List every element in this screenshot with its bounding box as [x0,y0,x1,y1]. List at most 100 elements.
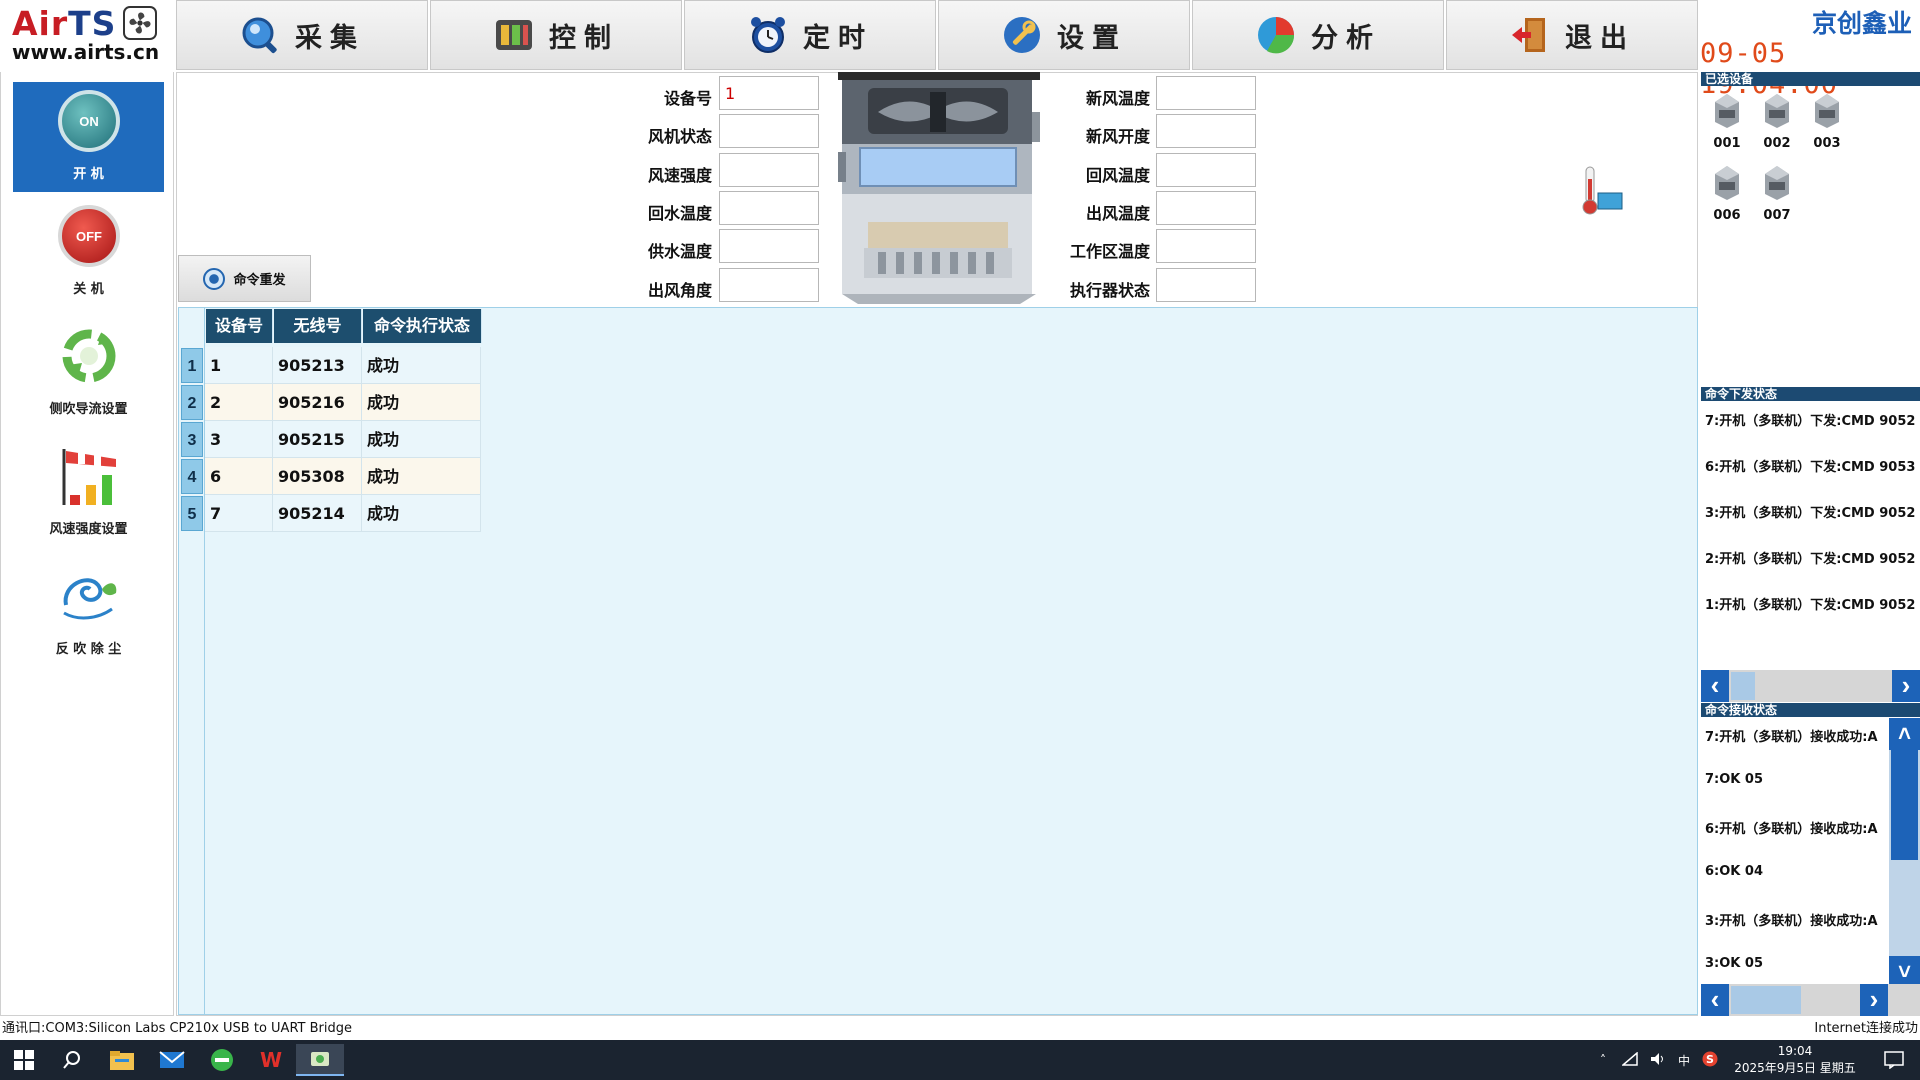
cell-wireless: 905213 [273,347,362,384]
scroll-up-arrow-icon[interactable]: ˄ [1889,718,1920,750]
windsock-bars-icon [58,445,120,507]
table-row[interactable]: 1 905213 成功 [205,347,481,384]
cell-device: 6 [205,458,273,495]
search-icon[interactable] [50,1044,94,1076]
table-row[interactable]: 2 905216 成功 [205,384,481,421]
receive-log-line: 3:开机（多联机）接收成功:A [1705,914,1878,929]
network-icon[interactable] [1620,1050,1638,1069]
sogou-ime-icon[interactable]: S [1702,1051,1718,1070]
row-number[interactable]: 3 [181,422,203,457]
column-header-wireless[interactable]: 无线号 [274,309,362,343]
field-label-device-no: 设备号 [663,89,712,108]
nav-control-button[interactable]: 控制 [430,0,682,70]
scroll-right-arrow-icon[interactable]: › [1860,984,1888,1016]
mail-icon[interactable] [150,1044,194,1076]
nav-timer-button[interactable]: 定时 [684,0,936,70]
windows-start-icon[interactable] [2,1044,46,1076]
supply-water-temp-field[interactable] [719,229,819,263]
magnifier-icon [239,14,281,56]
scrollbar-thumb[interactable] [1731,986,1801,1014]
pie-chart-icon [1255,14,1297,56]
receive-log-line: 6:开机（多联机）接收成功:A [1705,822,1878,837]
row-number[interactable]: 5 [181,496,203,531]
resend-command-button[interactable]: 命令重发 [178,255,311,302]
cell-status: 成功 [362,458,481,495]
scroll-right-arrow-icon[interactable]: › [1892,670,1920,702]
field-label-fan-status: 风机状态 [647,127,712,146]
field-label-outlet-air-temp: 出风温度 [1085,204,1150,223]
eye-icon [203,267,226,290]
right-panel: 已选设备 001 002 003 006 007 命令下发状态 7:开机（多联机… [1701,72,1920,1016]
send-log-line: 1:开机（多联机）下发:CMD 9052 [1705,598,1916,613]
send-log-hscrollbar[interactable]: ‹ › [1701,670,1920,702]
row-number[interactable]: 4 [181,459,203,494]
wind-speed-field[interactable] [719,153,819,187]
scroll-left-arrow-icon[interactable]: ‹ [1701,984,1729,1016]
selected-device-item[interactable]: 007 [1757,164,1797,223]
file-explorer-icon[interactable] [100,1044,144,1076]
selected-device-item[interactable]: 001 [1707,92,1747,151]
receive-log-hscrollbar[interactable]: ‹ › [1701,984,1920,1016]
field-label-fresh-air-opening: 新风开度 [1085,127,1150,146]
send-log-line: 3:开机（多联机）下发:CMD 9052 [1705,506,1916,521]
taskbar-clock[interactable]: 19:04 2025年9月5日 星期五 [1730,1043,1860,1077]
send-status-header: 命令下发状态 [1701,387,1920,401]
volume-icon[interactable] [1650,1052,1666,1069]
table-row[interactable]: 3 905215 成功 [205,421,481,458]
power-off-icon: OFF [58,205,120,267]
nav-collect-button[interactable]: 采集 [176,0,428,70]
column-header-status[interactable]: 命令执行状态 [363,309,482,343]
chevron-up-icon[interactable]: ˄ [1600,1053,1606,1067]
scrollbar-thumb[interactable] [1731,672,1755,700]
nav-label: 定时 [803,22,873,54]
receive-log-line: 3:OK 05 [1705,956,1763,971]
ime-indicator[interactable]: 中 [1678,1052,1690,1069]
side-airflow-settings-button[interactable]: 侧吹导流设置 [13,317,164,427]
table-row[interactable]: 7 905214 成功 [205,495,481,532]
wps-office-icon[interactable]: W [250,1044,294,1076]
actuator-status-field[interactable] [1156,268,1256,302]
taskbar-time: 19:04 [1777,1044,1813,1058]
fan-status-field[interactable] [719,114,819,148]
fresh-air-temp-field[interactable] [1156,76,1256,110]
power-off-button[interactable]: OFF 关 机 [13,197,164,307]
recycle-arrows-icon [58,325,120,387]
work-zone-temp-field[interactable] [1156,229,1256,263]
fresh-air-opening-field[interactable] [1156,114,1256,148]
outlet-angle-field[interactable] [719,268,819,302]
table-row[interactable]: 6 905308 成功 [205,458,481,495]
scrollbar-thumb[interactable] [1891,750,1918,860]
wind-speed-settings-button[interactable]: 风速强度设置 [13,437,164,547]
app-active-icon[interactable] [296,1044,344,1076]
nav-exit-button[interactable]: 退出 [1446,0,1698,70]
field-label-wind-speed: 风速强度 [647,166,712,185]
notification-icon[interactable] [1872,1044,1916,1076]
cell-device: 7 [205,495,273,532]
nav-analysis-button[interactable]: 分析 [1192,0,1444,70]
column-header-device[interactable]: 设备号 [206,309,273,343]
selected-device-item[interactable]: 006 [1707,164,1747,223]
receive-log-vscrollbar[interactable]: ˄ ˅ [1889,718,1920,988]
nav-settings-button[interactable]: 设置 [938,0,1190,70]
send-log-line: 6:开机（多联机）下发:CMD 9053 [1705,460,1916,475]
outlet-air-temp-field[interactable] [1156,191,1256,225]
scroll-left-arrow-icon[interactable]: ‹ [1701,670,1729,702]
sidebar-label: 风速强度设置 [49,522,128,537]
device-no-field[interactable]: 1 [719,76,819,110]
browser-icon[interactable] [200,1044,244,1076]
cell-wireless: 905308 [273,458,362,495]
svg-text:S: S [1706,1053,1714,1066]
brand-block: 京创鑫业 09-05 19:04:00 [1700,2,1920,100]
wrench-icon [1001,14,1043,56]
return-water-temp-field[interactable] [719,191,819,225]
nav-label: 退出 [1565,22,1635,54]
reverse-blow-dust-button[interactable]: 反 吹 除 尘 [13,557,164,667]
power-on-button[interactable]: ON 开 机 [13,82,164,192]
sidebar-label: 关 机 [73,282,104,297]
return-air-temp-field[interactable] [1156,153,1256,187]
field-label-fresh-air-temp: 新风温度 [1085,89,1150,108]
selected-device-item[interactable]: 002 [1757,92,1797,151]
row-number[interactable]: 1 [181,348,203,383]
row-number[interactable]: 2 [181,385,203,420]
selected-device-item[interactable]: 003 [1807,92,1847,151]
